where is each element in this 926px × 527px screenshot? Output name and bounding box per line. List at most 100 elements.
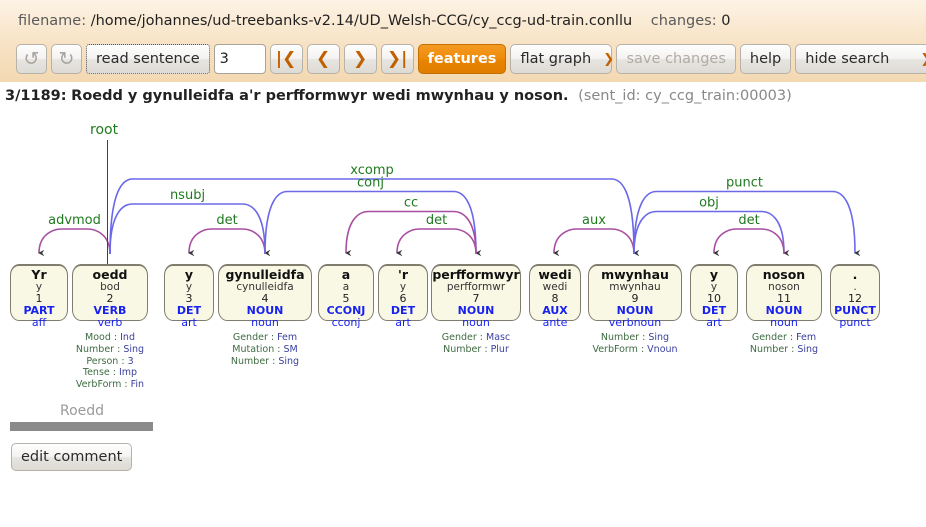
dependency-label[interactable]: det bbox=[216, 213, 237, 228]
node-xpos: verb bbox=[97, 316, 123, 329]
edit-comment-button[interactable]: edit comment bbox=[11, 443, 133, 471]
feature-value: Plur bbox=[490, 343, 509, 355]
feature-value: SM bbox=[283, 343, 298, 355]
feature-row: Number : Sing bbox=[600, 332, 670, 343]
dependency-graph: advmod nsubj det xcomp conj cc det aux obj det pun… bbox=[0, 112, 926, 442]
sentence-id: (sent_id: cy_ccg_train:00003) bbox=[578, 88, 792, 104]
sentence-number-input[interactable] bbox=[213, 44, 266, 74]
graph-node[interactable]: a a 5 CCONJ cconj bbox=[318, 264, 374, 329]
node-form: gynulleidfa bbox=[225, 267, 305, 282]
sentence-header: 3/1189: Roedd y gynulleidfa a'r perfform… bbox=[5, 88, 792, 104]
read-sentence-button[interactable]: read sentence bbox=[86, 44, 210, 74]
feature-row: Tense : Imp bbox=[82, 367, 138, 379]
redo-button[interactable]: ↻ bbox=[51, 44, 82, 74]
dependency-label[interactable]: nsubj bbox=[170, 188, 205, 203]
feature-row: Mood : Ind bbox=[85, 332, 135, 343]
node-form: y bbox=[709, 267, 719, 282]
features-toggle-button[interactable]: features bbox=[417, 44, 507, 74]
graph-mode-label: flat graph bbox=[520, 51, 592, 67]
feature-row: VerbForm : Vnoun bbox=[592, 343, 678, 355]
dependency-arc[interactable] bbox=[713, 228, 785, 257]
dependency-label[interactable]: advmod bbox=[48, 213, 101, 228]
node-features: Gender : Fem Number : Sing bbox=[706, 332, 862, 356]
graph-node[interactable]: oedd bod 2 VERB verb bbox=[72, 264, 148, 329]
filename-bar: filename: /home/johannes/ud-treebanks-v2… bbox=[18, 13, 730, 29]
search-toggle-select[interactable]: hide search ❯ bbox=[795, 44, 926, 74]
feature-key: Mood bbox=[85, 332, 111, 343]
graph-node[interactable]: 'r y 6 DET art bbox=[378, 264, 428, 329]
help-button[interactable]: help bbox=[739, 44, 792, 74]
graph-node[interactable]: noson noson 11 NOUN noun bbox=[746, 264, 822, 329]
feature-value: Sing bbox=[648, 332, 670, 343]
dependency-label[interactable]: obj bbox=[699, 196, 719, 211]
filename-value: /home/johannes/ud-treebanks-v2.14/UD_Wel… bbox=[90, 13, 633, 29]
dependency-label[interactable]: det bbox=[738, 213, 759, 228]
node-features: Gender : Fem Mutation : SM Number : Sing bbox=[178, 332, 352, 367]
dependency-label[interactable]: det bbox=[426, 213, 447, 228]
dependency-arcs: advmodnsubjdetxcompconjccdet auxobjdetpun… bbox=[38, 163, 861, 257]
graph-node[interactable]: wedi wedi 8 AUX ante bbox=[529, 264, 581, 329]
previous-sentence-button[interactable]: ❮ bbox=[306, 44, 340, 74]
feature-key: Gender bbox=[751, 332, 787, 343]
next-sentence-button[interactable]: ❯ bbox=[343, 44, 377, 74]
feature-value: Sing bbox=[278, 355, 300, 367]
node-form: a bbox=[341, 267, 351, 282]
app-header: filename: /home/johannes/ud-treebanks-v2… bbox=[0, 0, 926, 82]
feature-key: Number bbox=[600, 332, 640, 343]
dependency-label[interactable]: conj bbox=[357, 176, 384, 191]
node-xpos: ante bbox=[542, 316, 568, 329]
undo-icon: ↺ bbox=[23, 47, 40, 70]
dependency-arc[interactable] bbox=[38, 228, 111, 257]
redo-icon: ↻ bbox=[58, 47, 75, 70]
graph-node[interactable]: perfformwyr perfformwr 7 NOUN noun bbox=[431, 264, 521, 329]
node-form: . bbox=[852, 267, 858, 282]
search-toggle-label: hide search bbox=[805, 51, 890, 67]
node-xpos: noun bbox=[251, 316, 279, 329]
node-xpos: noun bbox=[770, 316, 798, 329]
feature-row: Mutation : SM bbox=[232, 343, 298, 355]
root-edge bbox=[107, 140, 109, 264]
dependency-arc[interactable] bbox=[188, 228, 266, 257]
node-xpos: aff bbox=[31, 316, 47, 329]
progress-bar[interactable] bbox=[10, 422, 153, 431]
node-xpos: art bbox=[706, 316, 722, 329]
changes-label: changes: bbox=[650, 13, 717, 29]
node-xpos: verbnoun bbox=[608, 316, 662, 329]
graph-node[interactable]: gynulleidfa cynulleidfa 4 NOUN noun bbox=[218, 264, 312, 329]
dependency-arc[interactable] bbox=[345, 210, 477, 257]
node-form: Yr bbox=[31, 267, 47, 282]
feature-value: Masc bbox=[486, 332, 511, 343]
dependency-arc[interactable] bbox=[553, 228, 635, 257]
misc-word: Roedd bbox=[60, 403, 105, 419]
feature-value: Ind bbox=[120, 332, 135, 343]
feature-key: Person bbox=[86, 355, 119, 367]
save-changes-button[interactable]: save changes bbox=[616, 44, 736, 74]
last-sentence-button[interactable]: ❯| bbox=[380, 44, 414, 74]
sentence-text[interactable]: Roedd y gynulleidfa a'r perfformwyr wedi… bbox=[71, 88, 568, 104]
root-label: root bbox=[90, 122, 119, 138]
graph-node[interactable]: Yr y 1 PART aff bbox=[10, 264, 68, 329]
dependency-label[interactable]: punct bbox=[726, 176, 763, 191]
graph-node[interactable]: y y 3 DET art bbox=[164, 264, 214, 329]
graph-node[interactable]: mwynhau mwynhau 9 NOUN verbnoun bbox=[588, 264, 682, 329]
dependency-arc[interactable] bbox=[633, 210, 790, 257]
filename-label: filename: bbox=[18, 13, 87, 29]
graph-node[interactable]: y y 10 DET art bbox=[690, 264, 738, 329]
first-sentence-button[interactable]: |❮ bbox=[269, 44, 303, 74]
feature-key: Number bbox=[230, 355, 270, 367]
feature-value: Sing bbox=[797, 343, 819, 355]
feature-value: Imp bbox=[119, 367, 138, 379]
feature-key: Number bbox=[749, 343, 789, 355]
chevron-down-icon-2: ❯ bbox=[920, 53, 926, 66]
feature-row: Gender : Fem bbox=[232, 332, 298, 343]
dependency-label[interactable]: cc bbox=[404, 196, 418, 211]
feature-row: Number : Sing bbox=[230, 355, 300, 367]
undo-button[interactable]: ↺ bbox=[16, 44, 47, 74]
graph-mode-select[interactable]: flat graph ❯ bbox=[510, 44, 614, 74]
graph-node[interactable]: .. 12 PUNCT punct bbox=[830, 264, 880, 329]
toolbar: ↺ ↻ read sentence |❮ ❮ ❯ ❯| features fla… bbox=[16, 44, 926, 74]
changes-value: 0 bbox=[721, 13, 731, 29]
dependency-label[interactable]: aux bbox=[582, 213, 606, 228]
node-form: wedi bbox=[538, 267, 572, 282]
dependency-arc[interactable] bbox=[396, 228, 477, 257]
